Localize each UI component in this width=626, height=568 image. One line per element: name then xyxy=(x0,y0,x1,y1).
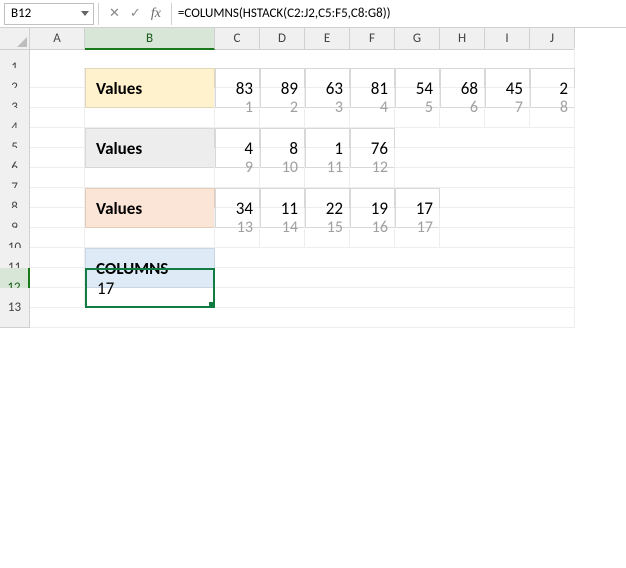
cancel-icon[interactable]: ✕ xyxy=(109,6,120,21)
spreadsheet-grid[interactable]: A B C D E F G H I J 1 2 Values 83 89 63 … xyxy=(0,28,626,308)
col-header-I[interactable]: I xyxy=(485,28,530,50)
chevron-down-icon[interactable] xyxy=(81,11,89,16)
col-header-E[interactable]: E xyxy=(305,28,350,50)
col-header-F[interactable]: F xyxy=(350,28,395,50)
formula-bar: B12 ✕ ✓ fx =COLUMNS(HSTACK(C2:J2,C5:F5,C… xyxy=(0,0,626,28)
col-header-H[interactable]: H xyxy=(440,28,485,50)
formula-input[interactable]: =COLUMNS(HSTACK(C2:J2,C5:F5,C8:G8)) xyxy=(172,6,626,21)
col-header-J[interactable]: J xyxy=(530,28,575,50)
select-all-corner[interactable] xyxy=(0,28,30,50)
fx-icon[interactable]: fx xyxy=(151,6,161,22)
confirm-icon[interactable]: ✓ xyxy=(130,6,141,21)
name-box[interactable]: B12 xyxy=(4,3,94,25)
row-header-13[interactable]: 13 xyxy=(0,288,30,328)
col-header-D[interactable]: D xyxy=(260,28,305,50)
formula-bar-buttons: ✕ ✓ fx xyxy=(99,6,171,22)
result-cell[interactable]: 17 xyxy=(85,268,215,308)
col-header-A[interactable]: A xyxy=(30,28,85,50)
col-header-B[interactable]: B xyxy=(85,28,215,50)
col-header-G[interactable]: G xyxy=(395,28,440,50)
name-box-value: B12 xyxy=(11,6,31,21)
col-header-C[interactable]: C xyxy=(215,28,260,50)
